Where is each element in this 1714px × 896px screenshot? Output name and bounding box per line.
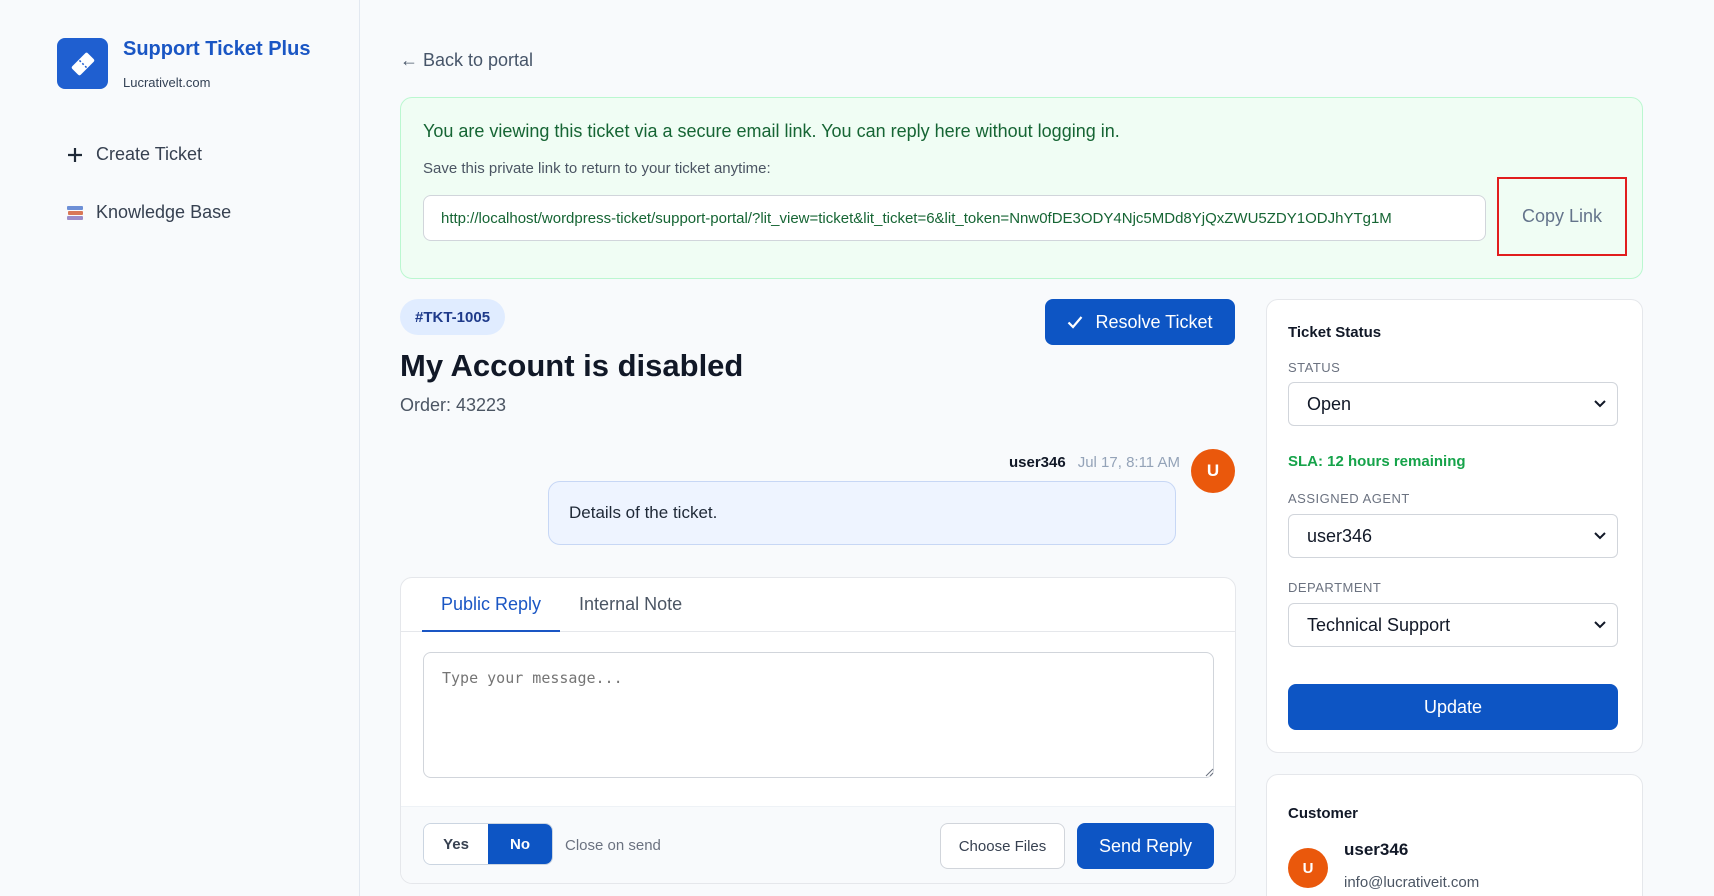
close-on-send-toggle[interactable]: Yes No bbox=[423, 823, 553, 865]
back-to-portal-link[interactable]: ← Back to portal bbox=[400, 50, 533, 71]
sla-indicator: SLA: 12 hours remaining bbox=[1288, 453, 1466, 470]
tab-internal-note[interactable]: Internal Note bbox=[560, 578, 701, 631]
banner-subtext: Save this private link to return to your… bbox=[423, 160, 771, 177]
send-reply-button[interactable]: Send Reply bbox=[1077, 823, 1214, 869]
assigned-agent-select[interactable]: user346 bbox=[1288, 514, 1618, 558]
avatar: U bbox=[1288, 848, 1328, 888]
toggle-yes-option[interactable]: Yes bbox=[424, 824, 488, 864]
department-label: DEPARTMENT bbox=[1288, 580, 1382, 595]
ticket-id-badge: #TKT-1005 bbox=[400, 299, 506, 335]
secure-link-banner: You are viewing this ticket via a secure… bbox=[400, 97, 1643, 279]
brand-title: Support Ticket Plus bbox=[123, 38, 311, 60]
customer-email[interactable]: info@lucrativeit.com bbox=[1344, 874, 1479, 891]
sidebar-item-knowledge-base[interactable]: Knowledge Base bbox=[64, 202, 231, 223]
resize-handle-icon[interactable] bbox=[1205, 768, 1214, 777]
order-number: Order: 43223 bbox=[400, 395, 507, 415]
department-select[interactable]: Technical Support bbox=[1288, 603, 1618, 647]
message-input[interactable] bbox=[423, 652, 1214, 778]
customer-card: Customer U user346 info@lucrativeit.com bbox=[1266, 774, 1643, 896]
assigned-agent-label: ASSIGNED AGENT bbox=[1288, 491, 1410, 506]
avatar: U bbox=[1191, 449, 1235, 493]
ticket-title: My Account is disabled bbox=[400, 348, 744, 383]
status-label: STATUS bbox=[1288, 360, 1341, 375]
banner-message: You are viewing this ticket via a secure… bbox=[423, 121, 1120, 141]
books-icon bbox=[64, 204, 86, 222]
sidebar-item-label: Create Ticket bbox=[96, 144, 203, 164]
chevron-down-icon bbox=[1594, 532, 1606, 540]
status-select[interactable]: Open bbox=[1288, 382, 1618, 426]
reply-tabs: Public Reply Internal Note bbox=[401, 578, 1235, 632]
choose-files-button[interactable]: Choose Files bbox=[940, 823, 1065, 869]
customer-name: user346 bbox=[1344, 840, 1409, 859]
department-value: Technical Support bbox=[1307, 614, 1451, 635]
private-link-input[interactable]: http://localhost/wordpress-ticket/suppor… bbox=[423, 195, 1486, 241]
status-value: Open bbox=[1307, 393, 1352, 414]
update-button[interactable]: Update bbox=[1288, 684, 1618, 730]
ticket-status-card: Ticket Status STATUS Open SLA: 12 hours … bbox=[1266, 299, 1643, 753]
message-meta: user346 Jul 17, 8:11 AM bbox=[1009, 454, 1180, 471]
assigned-agent-value: user346 bbox=[1307, 525, 1373, 546]
ticket-status-title: Ticket Status bbox=[1288, 324, 1382, 341]
chevron-down-icon bbox=[1594, 400, 1606, 408]
sidebar-item-label: Knowledge Base bbox=[96, 202, 232, 222]
main-content: ← Back to portal You are viewing this ti… bbox=[360, 0, 1714, 896]
reply-panel: Public Reply Internal Note Yes No Close … bbox=[400, 577, 1236, 884]
toggle-no-option[interactable]: No bbox=[488, 824, 552, 864]
message-timestamp: Jul 17, 8:11 AM bbox=[1077, 454, 1180, 471]
message-author: user346 bbox=[1008, 454, 1066, 471]
brand-subtitle: Lucrativelt.com bbox=[123, 75, 211, 90]
private-link-text: http://localhost/wordpress-ticket/suppor… bbox=[441, 209, 1392, 227]
ticket-logo-icon bbox=[57, 38, 108, 89]
check-icon bbox=[1068, 316, 1083, 329]
sidebar: Support Ticket Plus Lucrativelt.com Crea… bbox=[0, 0, 360, 896]
customer-title: Customer bbox=[1288, 805, 1359, 822]
close-on-send-label: Close on send bbox=[565, 837, 661, 854]
resolve-ticket-label: Resolve Ticket bbox=[1095, 311, 1213, 332]
resolve-ticket-button[interactable]: Resolve Ticket bbox=[1045, 299, 1235, 345]
copy-link-button[interactable]: Copy Link bbox=[1497, 177, 1627, 256]
brand[interactable]: Support Ticket Plus Lucrativelt.com bbox=[57, 38, 310, 90]
chevron-down-icon bbox=[1594, 621, 1606, 629]
plus-icon bbox=[64, 147, 86, 163]
tab-public-reply[interactable]: Public Reply bbox=[422, 578, 561, 632]
sidebar-item-create-ticket[interactable]: Create Ticket bbox=[64, 144, 202, 165]
message-bubble: Details of the ticket. bbox=[548, 481, 1176, 545]
reply-footer: Yes No Close on send Choose Files Send R… bbox=[401, 806, 1235, 883]
